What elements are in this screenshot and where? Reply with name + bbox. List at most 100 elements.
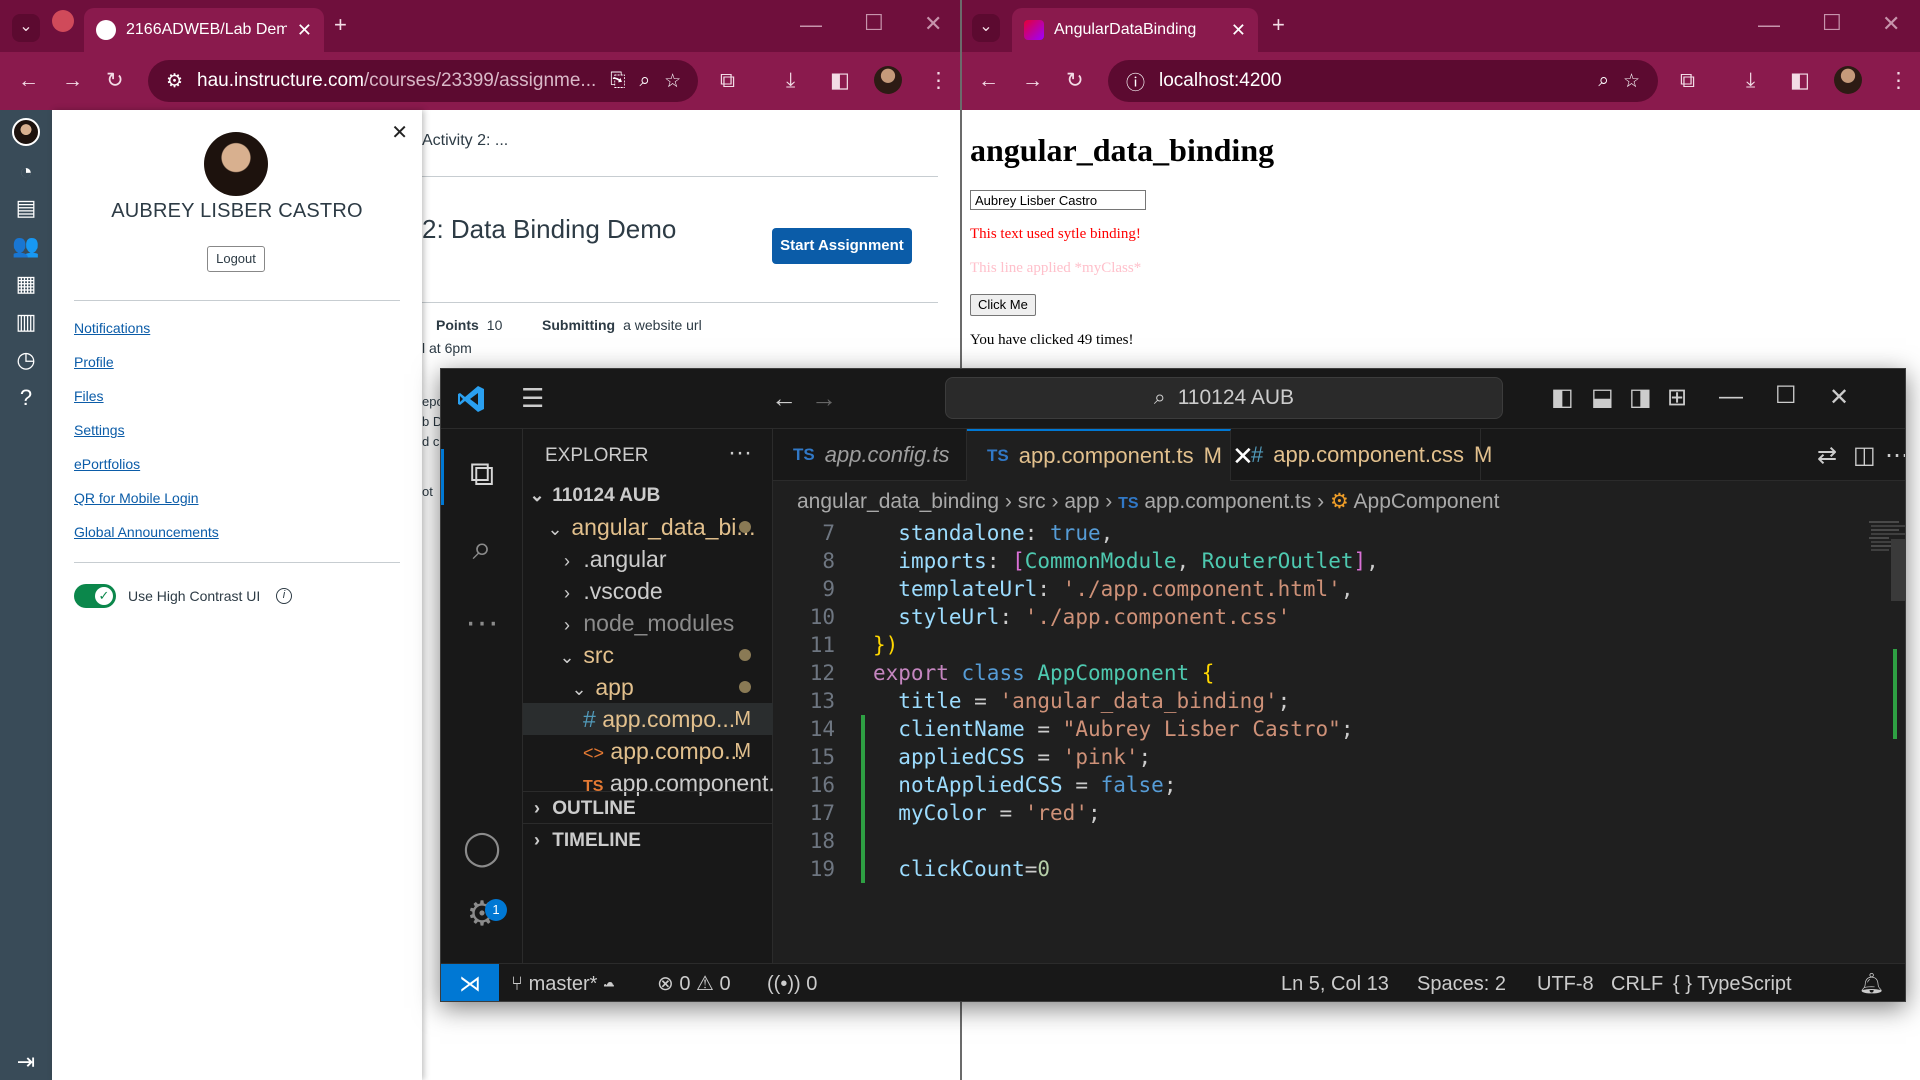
line-ending[interactable]: CRLF (1611, 964, 1663, 1001)
toggle-secondary-sidebar-icon[interactable]: ◨ (1629, 383, 1652, 412)
tab-app-component-css[interactable]: # app.component.css M (1231, 429, 1492, 481)
toggle-panel-icon[interactable]: ⬓ (1591, 383, 1614, 412)
account-icon[interactable]: ◯ (459, 825, 505, 871)
close-window-icon[interactable]: ✕ (1882, 13, 1900, 35)
forward-icon[interactable]: → (62, 70, 83, 91)
explorer-more-icon[interactable]: ··· (728, 439, 752, 467)
sidepanel-icon[interactable]: ◧ (1790, 70, 1810, 91)
install-icon[interactable]: ⎘ (610, 70, 625, 92)
tab-github[interactable]: 2166ADWEB/Lab Demo Data B ✕ (84, 8, 324, 52)
code-line[interactable]: 12 export class AppComponent { (773, 659, 1853, 687)
code-editor[interactable]: 7 standalone: true, 8 imports: [CommonMod… (773, 519, 1853, 963)
bookmark-star-icon[interactable]: ☆ (1623, 70, 1640, 93)
click-me-button[interactable]: Click Me (970, 294, 1036, 316)
code-line[interactable]: 18 (773, 827, 1853, 855)
zoom-icon[interactable]: ⌕ (639, 70, 650, 92)
account-avatar[interactable] (12, 118, 40, 146)
code-line[interactable]: 16 notAppliedCSS = false; (773, 771, 1853, 799)
courses-icon[interactable]: ▤ (12, 194, 40, 222)
address-bar[interactable]: ⚙ hau.instructure.com/courses/23399/assi… (148, 60, 698, 102)
site-info-icon[interactable]: ⚙ (166, 70, 183, 93)
inbox-icon[interactable]: ▥ (12, 308, 40, 336)
tree-item-vscode[interactable]: › .vscode (523, 575, 773, 607)
code-line[interactable]: 15 appliedCSS = 'pink'; (773, 743, 1853, 771)
high-contrast-toggle[interactable]: ✓ (74, 584, 116, 608)
git-branch[interactable]: ⑂ master* ☁ (511, 964, 615, 1001)
back-icon[interactable]: ← (18, 70, 39, 91)
cursor-position[interactable]: Ln 5, Col 13 (1281, 964, 1389, 1001)
extensions-icon[interactable]: ⧉ (720, 70, 735, 91)
link-settings[interactable]: Settings (74, 422, 125, 438)
forward-icon[interactable]: → (1022, 70, 1043, 91)
notifications-bell-icon[interactable]: 🔔︎ (1859, 964, 1884, 1001)
minimize-icon[interactable]: — (800, 14, 822, 36)
tree-item-app-component-css[interactable]: # app.compo... M (523, 703, 773, 735)
tree-item-node-modules[interactable]: › node_modules (523, 607, 773, 639)
reload-icon[interactable]: ↻ (1066, 70, 1084, 91)
code-line[interactable]: 13 title = 'angular_data_binding'; (773, 687, 1853, 715)
tab-angular-app[interactable]: AngularDataBinding ✕ (1012, 8, 1258, 52)
editor-scrollbar[interactable] (1891, 539, 1905, 739)
collapse-nav-icon[interactable]: ⇥ (12, 1048, 40, 1076)
profile-avatar[interactable] (874, 66, 902, 94)
extensions-icon[interactable]: ⧉ (1680, 70, 1695, 91)
address-bar[interactable]: ⓘ localhost:4200 ⌕ ☆ (1108, 60, 1658, 102)
tab-app-component-ts[interactable]: TS app.component.ts M ✕ (967, 429, 1254, 481)
split-editor-icon[interactable]: ◫ (1853, 441, 1876, 470)
customize-layout-icon[interactable]: ⊞ (1667, 383, 1687, 412)
reload-icon[interactable]: ↻ (106, 70, 124, 91)
maximize-icon[interactable]: ☐ (1775, 381, 1797, 410)
tree-item-angular[interactable]: › .angular (523, 543, 773, 575)
scroll-thumb[interactable] (1891, 539, 1905, 601)
calendar-icon[interactable]: ▦ (12, 270, 40, 298)
encoding[interactable]: UTF-8 (1537, 964, 1594, 1001)
link-qr-mobile-login[interactable]: QR for Mobile Login (74, 490, 199, 506)
tab-search-chevron-icon[interactable]: ⌄ (12, 14, 40, 42)
close-window-icon[interactable]: ✕ (1829, 383, 1849, 412)
remote-indicator-icon[interactable]: ⋊ (441, 964, 499, 1001)
hamburger-menu-icon[interactable]: ☰ (521, 385, 544, 411)
crumb-file[interactable]: app.component.ts (1144, 490, 1311, 513)
timeline-section[interactable]: › TIMELINE (523, 823, 773, 855)
editor-more-icon[interactable]: ⋯ (1885, 441, 1905, 470)
code-line[interactable]: 17 myColor = 'red'; (773, 799, 1853, 827)
link-notifications[interactable]: Notifications (74, 320, 150, 336)
language-mode[interactable]: { } TypeScript (1673, 964, 1792, 1001)
nav-back-icon[interactable]: ← (771, 383, 797, 414)
code-line[interactable]: 9 templateUrl: './app.component.html', (773, 575, 1853, 603)
code-line[interactable]: 11}) (773, 631, 1853, 659)
nav-forward-icon[interactable]: → (811, 383, 837, 414)
tree-item-app-component-html[interactable]: <> app.compo... M (523, 735, 773, 767)
dashboard-icon[interactable]: ◔ (12, 158, 40, 186)
start-assignment-button[interactable]: Start Assignment (772, 228, 912, 264)
download-icon[interactable]: ⤓ (786, 70, 795, 91)
code-line[interactable]: 8 imports: [CommonModule, RouterOutlet], (773, 547, 1853, 575)
more-views-icon[interactable]: ··· (459, 599, 505, 645)
tab-close-icon[interactable]: ✕ (1231, 20, 1246, 41)
sidepanel-icon[interactable]: ◧ (830, 70, 850, 91)
code-line[interactable]: 19 clickCount=0 (773, 855, 1853, 883)
link-profile[interactable]: Profile (74, 354, 114, 370)
indentation[interactable]: Spaces: 2 (1417, 964, 1506, 1001)
workspace-folder[interactable]: ⌄ 110124 AUB (523, 479, 773, 511)
menu-kebab-icon[interactable]: ⋮ (928, 70, 949, 91)
help-icon[interactable]: ? (12, 384, 40, 412)
crumb-symbol[interactable]: AppComponent (1354, 490, 1500, 513)
search-icon[interactable]: ⌕ (459, 525, 505, 571)
profile-avatar[interactable] (1834, 66, 1862, 94)
new-tab-button[interactable]: + (1272, 14, 1285, 36)
close-window-icon[interactable]: ✕ (924, 13, 942, 35)
tab-close-icon[interactable]: ✕ (297, 20, 312, 41)
breadcrumb[interactable]: Activity 2: ... (422, 132, 508, 150)
command-center-search[interactable]: ⌕ 110124 AUB (945, 377, 1503, 419)
ports-indicator[interactable]: ((•)) 0 (767, 964, 817, 1001)
pinned-tab-canvas-icon[interactable] (52, 10, 74, 32)
outline-section[interactable]: › OUTLINE (523, 791, 773, 823)
link-files[interactable]: Files (74, 388, 104, 404)
maximize-icon[interactable]: ☐ (864, 12, 884, 34)
groups-icon[interactable]: 👥 (12, 232, 40, 260)
new-tab-button[interactable]: + (334, 14, 347, 36)
code-line[interactable]: 14 clientName = "Aubrey Lisber Castro"; (773, 715, 1853, 743)
crumb-folder[interactable]: src (1018, 490, 1046, 513)
client-name-input[interactable] (970, 190, 1146, 210)
